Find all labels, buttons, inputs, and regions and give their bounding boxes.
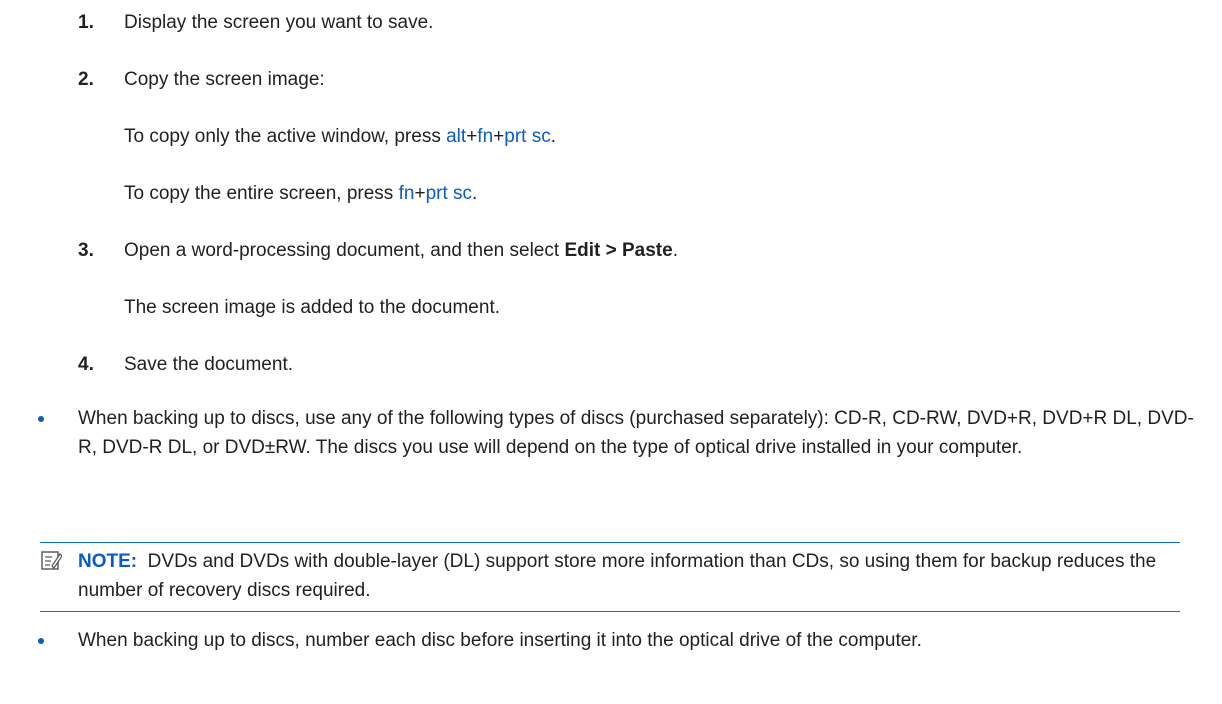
bullet-text: When backing up to discs, use any of the… <box>78 408 1194 458</box>
copy-active-window-paragraph: To copy only the active window, press al… <box>124 122 556 151</box>
note-body: DVDs and DVDs with double-layer (DL) sup… <box>78 551 1157 601</box>
step-text: Display the screen you want to save. <box>124 12 434 33</box>
period: . <box>550 126 556 147</box>
paragraph-text: To copy the entire screen, press <box>124 183 399 204</box>
bullet-icon <box>38 416 44 422</box>
key-prt-sc: prt sc <box>425 183 473 204</box>
key-prt-sc: prt sc <box>504 126 551 147</box>
step-text: Copy the screen image: <box>124 69 325 90</box>
step-number: 2. <box>78 69 94 90</box>
step-number: 3. <box>78 240 94 261</box>
paragraph-text: To copy only the active window, press <box>124 126 447 147</box>
key-alt: alt <box>446 126 467 147</box>
plus-sign: + <box>493 126 505 147</box>
step-text-part: Open a word-processing document, and the… <box>124 240 565 261</box>
plus-sign: + <box>466 126 478 147</box>
copy-entire-screen-paragraph: To copy the entire screen, press fn+prt … <box>124 179 477 208</box>
note-label: NOTE: <box>78 551 138 572</box>
note-icon <box>41 551 62 570</box>
step-number: 1. <box>78 12 94 33</box>
plus-sign: + <box>414 183 426 204</box>
period: . <box>472 183 478 204</box>
bullet-text: When backing up to discs, number each di… <box>78 630 922 651</box>
image-added-paragraph: The screen image is added to the documen… <box>124 293 500 322</box>
step-text: Save the document. <box>124 354 293 375</box>
menu-path: Edit > Paste <box>564 240 673 261</box>
note-text: NOTE: DVDs and DVDs with double-layer (D… <box>78 547 1178 605</box>
step-text: Open a word-processing document, and the… <box>124 236 678 265</box>
paragraph-text: The screen image is added to the documen… <box>124 297 501 318</box>
step-text-part: . <box>672 240 678 261</box>
note-box: NOTE: DVDs and DVDs with double-layer (D… <box>40 542 1180 612</box>
step-number: 4. <box>78 354 94 375</box>
key-fn: fn <box>398 183 415 204</box>
bullet-icon <box>38 638 44 644</box>
key-fn: fn <box>477 126 494 147</box>
